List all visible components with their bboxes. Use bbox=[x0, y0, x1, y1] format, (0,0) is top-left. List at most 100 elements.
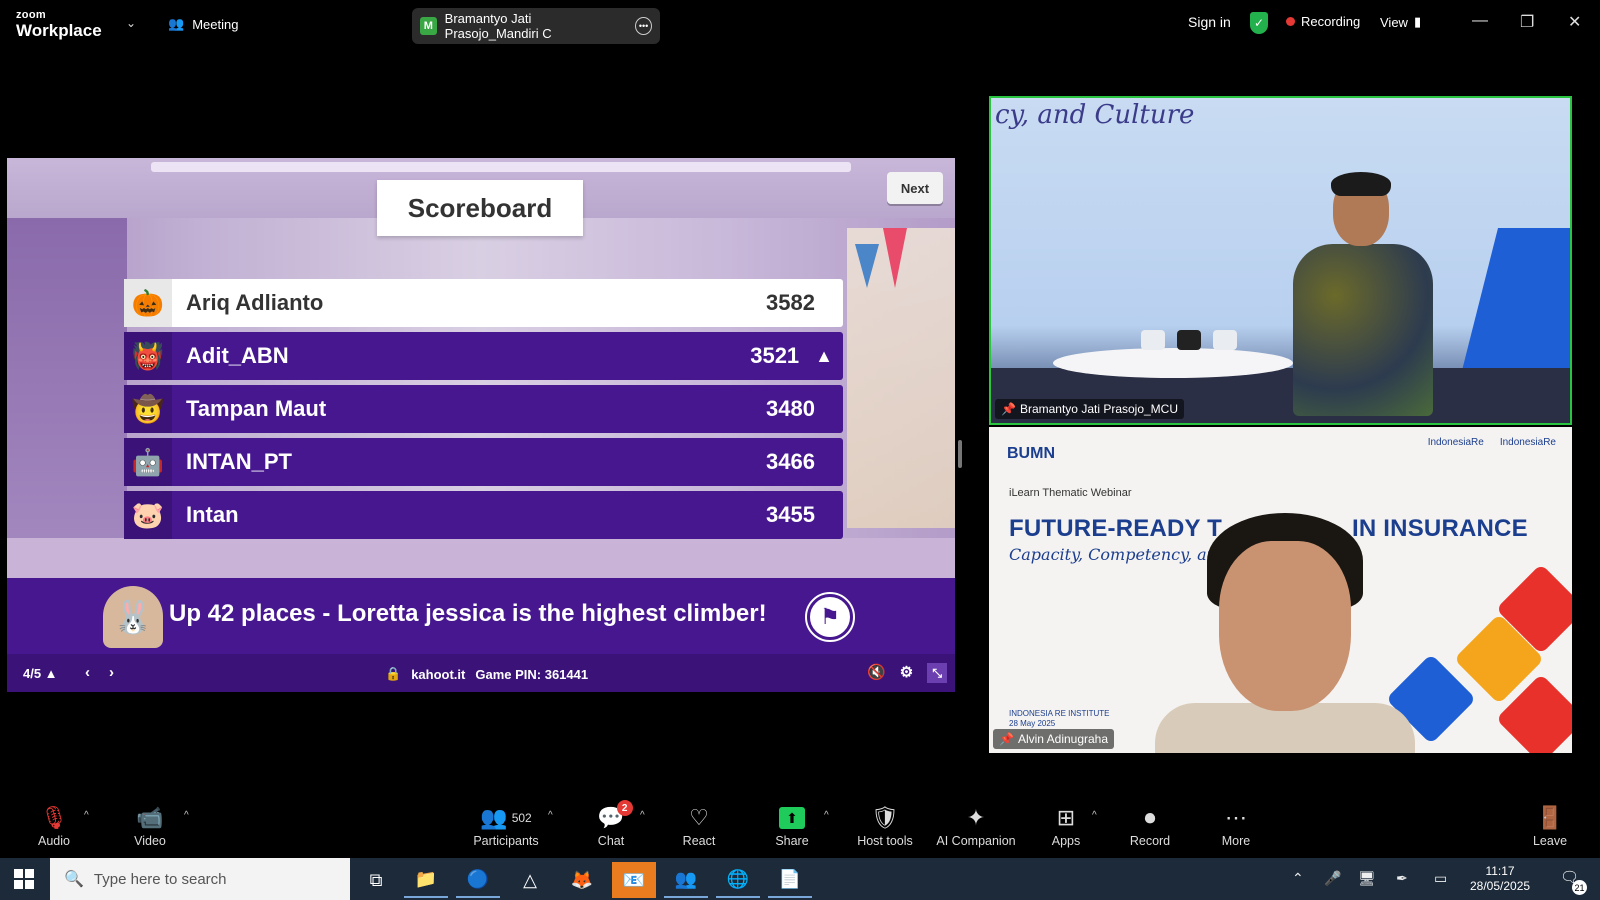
audio-options-caret-icon[interactable]: ^ bbox=[84, 810, 89, 821]
outlook-icon[interactable]: 📧 bbox=[612, 862, 656, 898]
file-explorer-icon[interactable]: 📁 bbox=[404, 862, 448, 898]
video-options-caret-icon[interactable]: ^ bbox=[184, 810, 189, 821]
more-dots-icon: ⋯ bbox=[1225, 805, 1247, 830]
view-label: View bbox=[1380, 14, 1408, 30]
pin-icon: 📌 bbox=[999, 732, 1014, 746]
player-score: 3466 bbox=[766, 449, 815, 474]
firefox-icon[interactable]: 🦊 bbox=[560, 862, 604, 898]
leave-label: Leave bbox=[1532, 834, 1568, 848]
chevron-right-icon[interactable]: › bbox=[109, 664, 114, 681]
windows-start-icon[interactable] bbox=[14, 869, 34, 889]
share-caret-icon[interactable]: ^ bbox=[824, 810, 829, 821]
participants-caret-icon[interactable]: ^ bbox=[548, 810, 553, 821]
apps-grid-icon: ⊞ bbox=[1056, 805, 1076, 830]
brand-small: zoom bbox=[16, 9, 46, 21]
microphone-icon[interactable]: 🎤 bbox=[1324, 870, 1341, 887]
host-tools-button[interactable]: 🛡 Host tools bbox=[845, 804, 925, 848]
settings-icon[interactable]: ⚙ bbox=[900, 663, 913, 683]
brand-large: Workplace bbox=[16, 21, 102, 40]
recording-dot-icon bbox=[1286, 17, 1295, 26]
exit-fullscreen-icon[interactable]: ⤡ bbox=[927, 663, 948, 683]
record-button[interactable]: ⏺ Record bbox=[1110, 804, 1190, 848]
heart-icon: ♡ bbox=[689, 805, 709, 830]
meeting-label: Meeting bbox=[192, 16, 239, 32]
apps-caret-icon[interactable]: ^ bbox=[1092, 810, 1097, 821]
chrome-icon[interactable]: 🌐 bbox=[716, 862, 760, 898]
google-drive-icon[interactable]: △ bbox=[508, 862, 552, 898]
react-button[interactable]: ♡ React bbox=[659, 804, 739, 848]
player-name: Tampan Maut bbox=[186, 396, 327, 421]
display-icon[interactable]: 🖥 bbox=[1358, 870, 1376, 887]
share-button[interactable]: ⬆ Share bbox=[752, 804, 832, 848]
leave-button[interactable]: 🚪 Leave bbox=[1510, 804, 1590, 848]
meeting-menu[interactable]: 👥 Meeting bbox=[168, 16, 238, 32]
ai-companion-label: AI Companion bbox=[936, 834, 1016, 848]
minimize-icon[interactable]: — bbox=[1472, 12, 1488, 30]
participants-count: 502 bbox=[511, 811, 532, 825]
institute-name: INDONESIA RE INSTITUTE bbox=[1009, 709, 1110, 718]
video-button[interactable]: 📹 Video bbox=[110, 804, 190, 848]
player-name: Intan bbox=[186, 502, 239, 527]
more-options-icon[interactable]: ••• bbox=[635, 17, 652, 35]
video-tile-participant[interactable]: BUMN IndonesiaRe IndonesiaRe iLearn Them… bbox=[989, 427, 1572, 753]
sponsor-logos: IndonesiaRe IndonesiaRe bbox=[1428, 437, 1556, 448]
split-handle[interactable] bbox=[958, 440, 962, 468]
game-pin: Game PIN: 361441 bbox=[475, 666, 589, 682]
leave-icon: 🚪 bbox=[1536, 805, 1564, 830]
score-row: 🐷 Intan 3455 bbox=[124, 491, 843, 539]
share-label: Share bbox=[775, 834, 809, 848]
close-icon[interactable]: ✕ bbox=[1568, 12, 1581, 32]
next-button[interactable]: Next bbox=[887, 172, 943, 204]
highest-climber-banner: 🐰 Up 42 places - Loretta jessica is the … bbox=[7, 578, 955, 654]
webinar-subtitle: iLearn Thematic Webinar bbox=[1009, 487, 1132, 499]
view-button[interactable]: View ▮ bbox=[1380, 14, 1421, 30]
clock-date: 28/05/2025 bbox=[1470, 879, 1531, 893]
chat-caret-icon[interactable]: ^ bbox=[640, 810, 645, 821]
video-label: Video bbox=[134, 834, 166, 848]
record-icon: ⏺ bbox=[1144, 805, 1156, 830]
chevron-down-icon[interactable]: ⌄ bbox=[126, 16, 136, 30]
participant-name-tag: 📌 Alvin Adinugraha bbox=[993, 729, 1115, 749]
chat-icon: 💬 2 bbox=[597, 800, 633, 832]
network-icon[interactable]: ▭ bbox=[1434, 870, 1447, 887]
flag-icon: ⚑ bbox=[805, 592, 855, 642]
rank-up-icon: ▲ bbox=[815, 345, 833, 366]
taskbar-clock[interactable]: 11:17 28/05/2025 bbox=[1470, 864, 1530, 894]
sign-in-button[interactable]: Sign in bbox=[1188, 14, 1231, 30]
participants-button[interactable]: 👥 502 Participants bbox=[456, 804, 556, 848]
zoom-logo[interactable]: zoom Workplace bbox=[16, 9, 102, 40]
player-score: 3582 bbox=[766, 290, 815, 315]
score-row: 🤖 INTAN_PT 3466 bbox=[124, 438, 843, 486]
question-counter[interactable]: 4/5 ▲ bbox=[23, 666, 58, 681]
zoom-app-icon[interactable]: 🔵 bbox=[456, 862, 500, 898]
chevron-left-icon[interactable]: ‹ bbox=[85, 664, 90, 681]
stage-table bbox=[1053, 348, 1293, 378]
score-row: 🎃 Ariq Adlianto 3582 bbox=[124, 279, 843, 327]
participant-name: Alvin Adinugraha bbox=[1017, 732, 1109, 746]
teams-icon[interactable]: 👥 bbox=[664, 862, 708, 898]
kahoot-footer: 4/5 ▲ ‹ › 🔒 kahoot.it Game PIN: 361441 🔇… bbox=[7, 654, 955, 692]
player-name: Ariq Adlianto bbox=[186, 290, 324, 315]
chat-button[interactable]: 💬 2 Chat bbox=[571, 800, 651, 848]
pen-icon[interactable]: ✒ bbox=[1396, 870, 1408, 887]
shield-icon[interactable]: ✓ bbox=[1250, 12, 1268, 34]
bunting-flag bbox=[855, 244, 879, 288]
video-tile-speaker[interactable]: cy, and Culture 📌 Bramantyo Jati Prasojo… bbox=[989, 96, 1572, 425]
mute-icon[interactable]: 🔇 bbox=[867, 663, 886, 683]
taskbar-search[interactable]: 🔍 Type here to search bbox=[50, 858, 350, 900]
player-score: 3455 bbox=[766, 502, 815, 527]
word-icon[interactable]: 📄 bbox=[768, 862, 812, 898]
player-name: INTAN_PT bbox=[186, 449, 292, 474]
ai-companion-button[interactable]: ✦ AI Companion bbox=[926, 804, 1026, 848]
meeting-tab[interactable]: M Bramantyo Jati Prasojo_Mandiri C ••• bbox=[412, 8, 660, 44]
recording-indicator[interactable]: Recording bbox=[1286, 14, 1360, 29]
more-label: More bbox=[1221, 834, 1251, 848]
audio-button[interactable]: 🎙 Audio bbox=[14, 804, 94, 848]
task-view-icon[interactable]: ⧉ bbox=[354, 862, 398, 898]
more-button[interactable]: ⋯ More bbox=[1196, 804, 1276, 848]
game-info: 🔒 kahoot.it Game PIN: 361441 bbox=[385, 666, 588, 682]
restore-icon[interactable]: ❐ bbox=[1520, 12, 1534, 32]
meeting-badge: M bbox=[420, 17, 437, 35]
tray-chevron-icon[interactable]: ⌃ bbox=[1292, 870, 1304, 887]
mic-muted-icon: 🎙 bbox=[40, 805, 68, 830]
